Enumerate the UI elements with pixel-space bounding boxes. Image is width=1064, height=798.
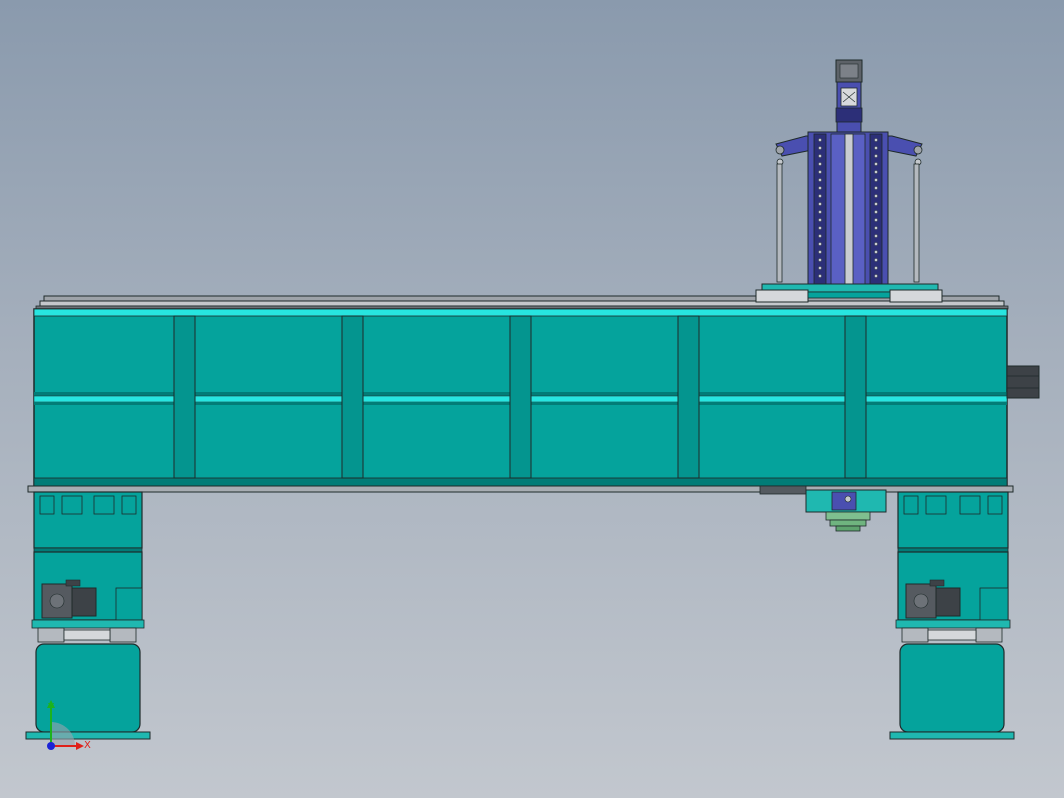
column-bolt [874,258,878,262]
z-axis-column[interactable] [755,59,943,303]
column-bolt [818,258,822,262]
left-strut-icon [776,163,783,283]
gantry-leg-left[interactable] [25,491,151,740]
column-bolt [818,170,822,174]
left-rail-block-icon [109,627,137,643]
column-bolt [818,242,822,246]
triad-x-label: X [84,740,91,751]
column-bolt [874,218,878,222]
beam-rib [173,315,196,479]
gantry-beam[interactable] [33,308,1040,487]
column-bolt [874,234,878,238]
column-bolt [818,178,822,182]
gantry-leg-right[interactable] [889,491,1015,740]
right-strut-icon [913,163,920,283]
column-bolt [874,170,878,174]
column-bolt [818,194,822,198]
spindle-head-icon[interactable] [759,485,887,532]
column-bolt [874,154,878,158]
column-bolt [874,138,878,142]
beam-rib [844,315,867,479]
column-bolt [818,250,822,254]
column-bolt [818,218,822,222]
column-bolt [874,242,878,246]
column-bolt [874,226,878,230]
left-rail-block-icon [37,627,65,643]
triad-y-label: Y [47,702,55,713]
beam-rib [509,315,532,479]
column-bolt [818,154,822,158]
column-bolt [874,146,878,150]
beam-rib [677,315,700,479]
cad-viewport[interactable]: Y X [0,0,1064,798]
column-bolt [818,146,822,150]
right-rail-block-icon [901,627,929,643]
column-bolt [818,234,822,238]
column-bolt [818,226,822,230]
x-servo-motor-icon [1006,365,1040,399]
column-bolt [818,186,822,190]
column-bolt [818,274,822,278]
right-rail-block-icon [975,627,1003,643]
column-bolt [874,186,878,190]
gantry-model[interactable]: Y X [0,0,1064,798]
column-bolt [818,266,822,270]
z-axis-dot-icon [47,742,55,750]
beam-rib [341,315,364,479]
column-bolt [818,162,822,166]
column-bolt [874,266,878,270]
column-bolt [874,250,878,254]
column-bolt [874,194,878,198]
column-bolt [818,210,822,214]
column-bolt [874,210,878,214]
column-bolt [874,162,878,166]
column-bolt [818,138,822,142]
column-bolt [874,178,878,182]
column-bolt [874,274,878,278]
column-bolt [818,202,822,206]
column-bolt [874,202,878,206]
